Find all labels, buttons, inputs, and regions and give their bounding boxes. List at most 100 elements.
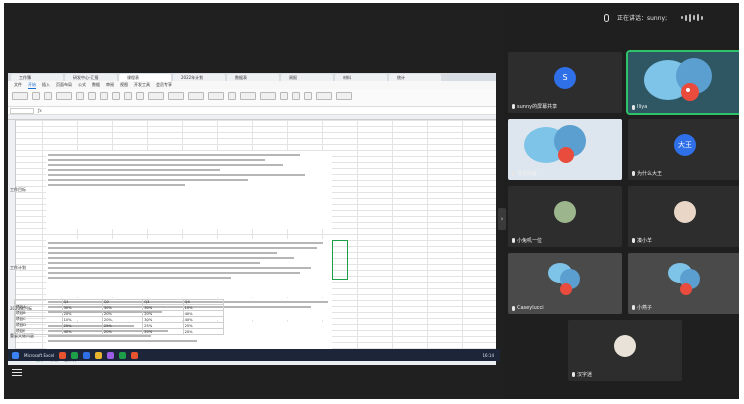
bold-icon[interactable]	[76, 92, 84, 100]
video-tile[interactable]: 汉字迷	[568, 320, 682, 381]
sum-icon[interactable]	[280, 92, 288, 100]
document-tab-bar: 工作簿 研发中心-汇报 课程表 2022年计划 数据表 周报 材料 统计	[8, 73, 496, 81]
app-icon[interactable]	[71, 351, 79, 359]
filter-icon[interactable]	[292, 92, 300, 100]
selected-cell[interactable]	[332, 240, 348, 280]
windows-start-icon[interactable]	[12, 351, 19, 359]
ribbon-tab-home[interactable]: 开始	[28, 82, 36, 89]
ribbon-tab-file[interactable]: 文件	[14, 82, 22, 88]
table-cell: 40%	[61, 328, 103, 335]
italic-icon[interactable]	[88, 92, 96, 100]
ribbon-tab-review[interactable]: 审阅	[106, 82, 114, 88]
doc-tab-8[interactable]: 统计	[389, 74, 441, 81]
microphone-icon	[512, 171, 515, 176]
ribbon-tab-layout[interactable]: 页面布局	[56, 82, 72, 88]
video-tile[interactable]: S sunny的屏幕共享	[508, 52, 622, 113]
doc-tab-1[interactable]: 工作簿	[11, 74, 63, 81]
ribbon-tab-formula[interactable]: 公式	[78, 82, 86, 88]
video-tile[interactable]: 大王 为什么大王	[628, 119, 739, 180]
ribbon-tab-data[interactable]: 数据	[92, 82, 100, 88]
video-tile[interactable]: 雪花剑客	[508, 119, 622, 180]
speaking-indicator: 正在讲话：sunny;	[604, 13, 707, 22]
menu-icon[interactable]	[12, 367, 22, 377]
doc-tab-4[interactable]: 2022年计划	[173, 74, 225, 81]
border-icon[interactable]	[112, 92, 120, 100]
underline-icon[interactable]	[100, 92, 108, 100]
tile-name: 小兔叽一位	[512, 237, 542, 244]
excel-icon	[229, 76, 233, 80]
sort-icon[interactable]	[304, 92, 312, 100]
ribbon-toolbar	[8, 89, 496, 107]
row-block-goal[interactable]: 工作目标	[10, 151, 332, 229]
doc-tab-6[interactable]: 周报	[281, 74, 333, 81]
doc-tab-3[interactable]: 课程表	[119, 74, 171, 81]
app-icon[interactable]	[107, 351, 115, 359]
fill-icon[interactable]	[316, 92, 332, 100]
microphone-icon	[572, 372, 575, 377]
column-header	[8, 115, 496, 120]
font-color-icon[interactable]	[136, 92, 144, 100]
ribbon-tab-insert[interactable]: 插入	[42, 82, 50, 88]
taskbar-clock: 16:14	[482, 352, 494, 358]
merge-icon[interactable]	[168, 92, 184, 100]
ribbon-tab-view[interactable]: 视图	[120, 82, 128, 88]
conditional-format-icon[interactable]	[240, 92, 256, 100]
microphone-icon	[632, 238, 635, 243]
cut-icon[interactable]	[32, 92, 40, 100]
avatar	[614, 334, 636, 357]
avatar: 大王	[674, 133, 696, 156]
tile-name: 凑小羊	[632, 237, 652, 244]
percent-icon[interactable]	[228, 92, 236, 100]
number-format-icon[interactable]	[208, 92, 224, 100]
app-icon[interactable]	[83, 351, 91, 359]
data-table: Q1 Q2 Q3 Q4 项目A 30% 30% 30% 10% 项目B 20% …	[14, 299, 225, 335]
video-tile-active-speaker[interactable]: Iliya	[626, 50, 739, 115]
ribbon-tabs: 文件 开始 插入 页面布局 公式 数据 审阅 视图 开发工具 会员专享	[8, 81, 496, 89]
doc-tab-7[interactable]: 材料	[335, 74, 387, 81]
avatar	[674, 200, 696, 223]
row-label: 工作目标	[10, 187, 26, 192]
ppt-icon	[283, 76, 287, 80]
table-style-icon[interactable]	[260, 92, 276, 100]
collapse-panel-button[interactable]: ›	[498, 208, 506, 230]
tile-name: 汉字迷	[572, 371, 592, 378]
align-icon[interactable]	[148, 92, 164, 100]
excel-icon	[13, 76, 17, 80]
taskbar-app-label[interactable]: Microsoft Excel	[24, 353, 54, 358]
fill-color-icon[interactable]	[124, 92, 132, 100]
microphone-icon	[512, 305, 515, 311]
microphone-icon	[512, 104, 515, 109]
copy-icon[interactable]	[44, 92, 52, 100]
word-icon	[121, 76, 125, 80]
video-tile[interactable]: Caseylucci	[508, 253, 622, 314]
app-icon[interactable]	[59, 351, 67, 359]
audio-wave-icon	[681, 13, 707, 22]
speaking-label: 正在讲话：sunny;	[617, 15, 668, 22]
tile-name: Caseylucci	[512, 305, 544, 311]
ribbon-tab-dev[interactable]: 开发工具	[134, 82, 150, 88]
fx-icon[interactable]: ƒx	[38, 108, 42, 113]
avatar: S	[554, 66, 576, 89]
ppt-icon	[175, 76, 179, 80]
doc-tab-2[interactable]: 研发中心-汇报	[65, 74, 117, 81]
microphone-icon	[604, 13, 609, 22]
tile-name: 为什么大王	[632, 170, 662, 177]
app-icon[interactable]	[95, 351, 103, 359]
table-cell: 项目E	[14, 328, 63, 335]
name-box[interactable]	[10, 107, 34, 114]
wrap-text-icon[interactable]	[188, 92, 204, 100]
font-select[interactable]	[56, 92, 72, 100]
app-icon[interactable]	[119, 351, 127, 359]
table-cell: 20%	[182, 328, 225, 335]
doc-tab-5[interactable]: 数据表	[227, 74, 279, 81]
row-block-plan[interactable]: 工作计划	[10, 239, 332, 297]
find-icon[interactable]	[336, 92, 352, 100]
video-tile[interactable]: 凑小羊	[628, 186, 739, 247]
video-tile[interactable]: 小兔叽一位	[508, 186, 622, 247]
app-icon[interactable]	[131, 351, 139, 359]
paste-icon[interactable]	[12, 92, 28, 100]
screen-share-area: 工作簿 研发中心-汇报 课程表 2022年计划 数据表 周报 材料 统计 文件 …	[4, 3, 504, 399]
word-icon	[337, 76, 341, 80]
video-tile[interactable]: 小燕子	[628, 253, 739, 314]
ribbon-tab-member[interactable]: 会员专享	[156, 82, 172, 88]
